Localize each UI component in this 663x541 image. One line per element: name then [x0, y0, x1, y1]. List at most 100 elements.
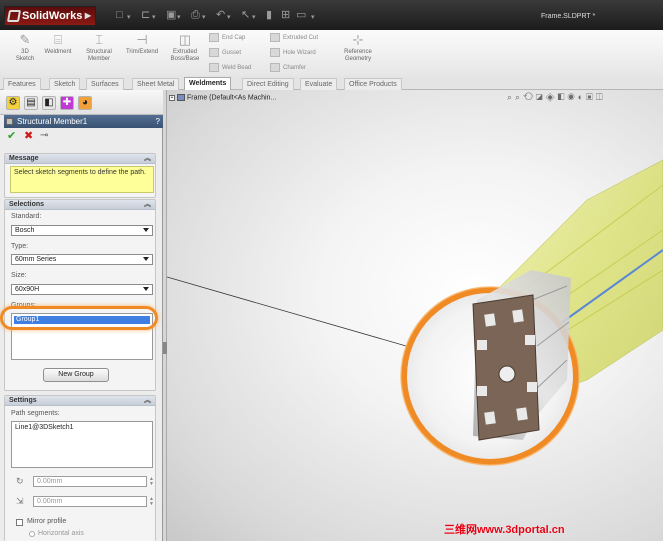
weldment-icon: ⌸ — [54, 32, 62, 47]
type-select[interactable]: 60mm Series — [11, 254, 153, 265]
extruded-cut-button[interactable]: Extruded Cut — [270, 33, 318, 42]
tab-sheet-metal[interactable]: Sheet Metal — [132, 78, 180, 90]
solidworks-menu-button[interactable]: SolidWorks ▶ — [4, 6, 96, 26]
ok-check-icon[interactable]: ✔ — [7, 130, 16, 142]
type-label: Type: — [11, 243, 29, 250]
structural-member-label: Structural Member — [86, 49, 112, 62]
options-dropdown-icon[interactable]: ▾ — [311, 12, 315, 23]
print-dropdown-icon[interactable]: ▾ — [202, 12, 206, 23]
graphics-area[interactable]: + Frame (Default<As Machin... ⌕⌕⟲◪◈◧◉◐▣◫ — [167, 90, 663, 541]
size-label: Size: — [11, 272, 27, 279]
chamfer-button[interactable]: Chamfer — [270, 63, 306, 72]
3d-sketch-label: 3D Sketch — [15, 49, 35, 62]
collapse-icon[interactable]: ︽ — [144, 396, 151, 406]
structural-member-icon: ⌶ — [95, 32, 103, 47]
weld-bead-button[interactable]: Weld Bead — [209, 63, 251, 72]
standard-select[interactable]: Bosch — [11, 225, 153, 236]
tab-sketch[interactable]: Sketch — [49, 78, 81, 90]
feature-manager-tab-icon[interactable]: ⚙ — [6, 96, 20, 110]
open-document-icon[interactable]: ⊏ — [141, 10, 150, 21]
offset-input[interactable]: 0.00mm ▲ ▼ — [33, 496, 154, 507]
watermark-text: 三维网www.3dportal.cn — [444, 524, 565, 536]
weld-bead-icon — [209, 63, 219, 72]
spin-arrows-icon[interactable]: ▲ ▼ — [148, 497, 155, 507]
collapse-icon[interactable]: ︽ — [144, 200, 151, 210]
gusset-button[interactable]: Gusset — [209, 48, 241, 57]
property-manager-tab-icon[interactable]: ▤ — [24, 96, 38, 110]
property-manager-title: Structural Member1 — [17, 117, 88, 126]
3d-sketch-button[interactable]: ✎ 3D Sketch — [14, 32, 36, 63]
cancel-x-icon[interactable]: ✖ — [24, 130, 33, 142]
extruded-boss-button[interactable]: ◫ Extruded Boss/Base — [166, 32, 204, 63]
mirror-profile-checkbox[interactable] — [16, 519, 23, 526]
save-dropdown-icon[interactable]: ▾ — [177, 12, 181, 23]
angle-input[interactable]: 0.00mm ▲ ▼ — [33, 476, 154, 487]
structural-member-pm-icon — [6, 118, 13, 125]
path-segments-listbox[interactable]: Line1@3DSketch1 — [11, 421, 153, 468]
rebuild-icon[interactable]: ▮ — [266, 10, 272, 21]
weldment-button[interactable]: ⌸ Weldment — [40, 32, 76, 56]
selections-group-header[interactable]: Selections ︽ — [5, 200, 155, 210]
angle-icon: ↻ — [16, 476, 24, 486]
select-icon[interactable]: ↖ — [241, 10, 250, 21]
standard-label: Standard: — [11, 213, 42, 220]
trim-extend-button[interactable]: ⊣ Trim/Extend — [120, 32, 164, 56]
tab-features[interactable]: Features — [3, 78, 41, 90]
pushpin-icon[interactable]: ⊸ — [40, 130, 48, 142]
reference-geometry-button[interactable]: ⊹ Reference Geometry — [336, 32, 380, 63]
save-icon[interactable]: ▣ — [166, 10, 176, 21]
offset-value: 0.00mm — [37, 498, 63, 505]
standard-highlight-ring — [0, 306, 158, 330]
chevron-down-icon — [143, 257, 149, 261]
help-icon[interactable]: ? — [156, 115, 160, 128]
weld-bead-label: Weld Bead — [222, 65, 252, 72]
horizontal-axis-radio[interactable] — [29, 531, 35, 537]
collapse-icon[interactable]: ︽ — [144, 154, 151, 164]
configuration-manager-tab-icon[interactable]: ◧ — [42, 96, 56, 110]
selections-group: Selections ︽ Standard: Bosch Type: 60mm … — [4, 199, 156, 391]
chevron-down-icon — [143, 287, 149, 291]
reference-geometry-label: Reference Geometry — [344, 49, 372, 62]
undo-dropdown-icon[interactable]: ▾ — [227, 12, 231, 23]
bosch-profile-face — [472, 294, 540, 441]
spin-arrows-icon[interactable]: ▲ ▼ — [148, 477, 155, 487]
new-group-button[interactable]: New Group — [43, 368, 109, 382]
settings-group-header[interactable]: Settings ︽ — [5, 396, 155, 406]
message-text: Select sketch segments to define the pat… — [10, 166, 154, 193]
list-item[interactable]: Line1@3DSketch1 — [15, 424, 73, 431]
tab-weldments[interactable]: Weldments — [184, 77, 232, 90]
settings-group: Settings ︽ Path segments: Line1@3DSketch… — [4, 395, 156, 541]
select-dropdown-icon[interactable]: ▾ — [252, 12, 256, 23]
structural-member-button[interactable]: ⌶ Structural Member — [80, 32, 118, 63]
print-icon[interactable]: ⎙ — [191, 10, 200, 21]
hole-wizard-button[interactable]: Hole Wizard — [270, 48, 316, 57]
options-icon[interactable]: ▭ — [296, 10, 306, 21]
new-document-icon[interactable]: □ — [116, 10, 123, 21]
display-manager-tab-icon[interactable]: ◕ — [78, 96, 92, 110]
chevron-down-icon — [143, 228, 149, 232]
settings-header-label: Settings — [9, 397, 37, 404]
brand-label: SolidWorks — [22, 10, 83, 22]
weldment-label: Weldment — [44, 49, 72, 55]
end-cap-button[interactable]: End Cap — [209, 33, 245, 42]
size-select[interactable]: 60x90H — [11, 284, 153, 295]
file-properties-icon[interactable]: ⊞ — [281, 10, 290, 21]
command-manager: ✎ 3D Sketch ⌸ Weldment ⌶ Structural Memb… — [0, 30, 663, 76]
hole-wizard-icon — [270, 48, 280, 57]
tab-surfaces[interactable]: Surfaces — [86, 78, 124, 90]
new-dropdown-icon[interactable]: ▾ — [127, 12, 131, 23]
tab-evaluate[interactable]: Evaluate — [300, 78, 338, 90]
trim-extend-icon: ⊣ — [136, 32, 148, 47]
tab-direct-editing[interactable]: Direct Editing — [242, 78, 294, 90]
message-group-header[interactable]: Message ︽ — [5, 154, 155, 164]
selections-header-label: Selections — [9, 201, 45, 208]
command-tabs: Features Sketch Surfaces Sheet Metal Wel… — [0, 76, 663, 90]
sketch-path-line — [167, 276, 414, 349]
undo-icon[interactable]: ↶ — [216, 10, 225, 21]
dim-xpert-tab-icon[interactable]: ✚ — [60, 96, 74, 110]
chamfer-label: Chamfer — [283, 65, 307, 72]
tab-office-products[interactable]: Office Products — [344, 78, 402, 90]
document-title: Frame.SLDPRT * — [541, 13, 596, 20]
property-manager-panel: ⚙ ▤ ◧ ✚ ◕ Structural Member1 ? ✔ ✖ ⊸ Mes… — [0, 90, 163, 541]
open-dropdown-icon[interactable]: ▾ — [152, 12, 156, 23]
